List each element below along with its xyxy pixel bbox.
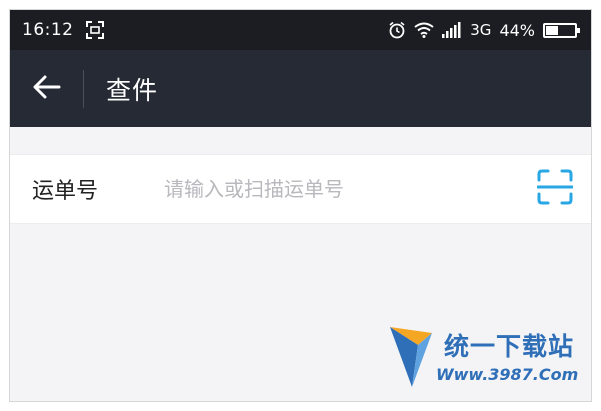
site-watermark: 统一下载站 Www.3987.Com xyxy=(388,315,588,393)
waybill-label: 运单号 xyxy=(32,179,99,204)
back-button[interactable] xyxy=(10,50,83,127)
scan-button[interactable] xyxy=(519,155,591,223)
arrow-left-icon xyxy=(33,75,61,103)
network-type: 3G xyxy=(470,21,492,39)
watermark-title: 统一下载站 xyxy=(444,332,575,361)
waybill-input[interactable] xyxy=(138,177,519,201)
watermark-url: Www.3987.Com xyxy=(436,365,579,384)
wifi-icon xyxy=(414,22,434,38)
waybill-row: 运单号 xyxy=(10,154,591,224)
status-bar: 16:12 3G 44% xyxy=(10,10,591,50)
scan-icon xyxy=(536,169,574,209)
alarm-icon xyxy=(388,21,406,39)
battery-percent: 44% xyxy=(499,20,535,40)
status-time: 16:12 xyxy=(22,20,74,40)
app-screen: 16:12 3G 44% 查件 运单号 请输入或扫描运单号 统一下载站 Www.… xyxy=(9,9,592,402)
page-title: 查件 xyxy=(106,75,159,105)
battery-level-fill xyxy=(546,25,559,35)
title-bar: 查件 xyxy=(10,50,591,127)
signal-icon xyxy=(442,22,462,38)
battery-icon xyxy=(543,22,580,38)
screenshot-icon xyxy=(85,21,104,39)
